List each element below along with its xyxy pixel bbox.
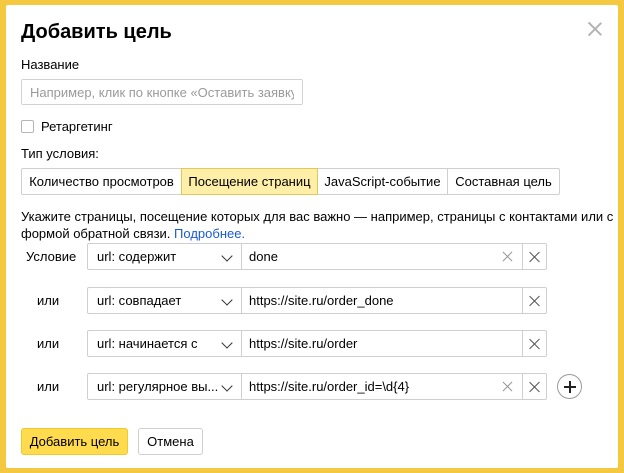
chevron-down-icon	[221, 337, 233, 349]
condition-operator-select[interactable]: url: регулярное вы...	[87, 373, 242, 400]
condition-operator-select[interactable]: url: содержит	[87, 243, 242, 270]
condition-value-input[interactable]: https://site.ru/order	[241, 330, 523, 357]
condition-operator-select[interactable]: url: начинается с	[87, 330, 242, 357]
close-icon[interactable]	[586, 20, 604, 38]
goal-name-input[interactable]	[21, 79, 303, 105]
condition-label: или	[37, 379, 60, 394]
chevron-down-icon	[221, 250, 233, 262]
condition-row: или url: регулярное вы... https://site.r…	[6, 373, 618, 400]
clear-icon[interactable]	[502, 251, 513, 262]
condition-label: или	[37, 336, 60, 351]
add-goal-dialog: Добавить цель Название Ретаргетинг Тип у…	[6, 5, 618, 468]
condition-row: или url: совпадает https://site.ru/order…	[6, 287, 618, 314]
tab-page-visit[interactable]: Посещение страниц	[181, 168, 318, 195]
remove-condition-button[interactable]	[522, 287, 547, 314]
condition-label: или	[37, 293, 60, 308]
retargeting-checkbox[interactable]	[21, 120, 34, 133]
condition-value-input[interactable]: https://site.ru/order_done	[241, 287, 523, 314]
condition-operator-select[interactable]: url: совпадает	[87, 287, 242, 314]
description-text: Укажите страницы, посещение которых для …	[21, 209, 614, 241]
cancel-button[interactable]: Отмена	[138, 428, 203, 455]
condition-value-input[interactable]: https://site.ru/order_id=\d{4}	[241, 373, 523, 400]
tab-views-count[interactable]: Количество просмотров	[21, 168, 182, 195]
clear-icon[interactable]	[502, 381, 513, 392]
add-condition-button[interactable]	[557, 374, 582, 399]
retargeting-label: Ретаргетинг	[41, 119, 113, 134]
tab-javascript-event[interactable]: JavaScript-событие	[317, 168, 448, 195]
condition-type-label: Тип условия:	[21, 146, 99, 161]
retargeting-checkbox-row[interactable]: Ретаргетинг	[21, 119, 113, 134]
chevron-down-icon	[221, 380, 233, 392]
remove-condition-button[interactable]	[522, 373, 547, 400]
condition-type-tabs: Количество просмотров Посещение страниц …	[21, 168, 560, 195]
chevron-down-icon	[221, 294, 233, 306]
remove-condition-button[interactable]	[522, 243, 547, 270]
condition-row: или url: начинается с https://site.ru/or…	[6, 330, 618, 357]
tab-composite-goal[interactable]: Составная цель	[447, 168, 560, 195]
condition-label: Условие	[26, 249, 77, 264]
condition-row: Условие url: содержит done	[6, 243, 618, 270]
add-goal-button[interactable]: Добавить цель	[21, 428, 128, 455]
dialog-title: Добавить цель	[21, 21, 172, 43]
remove-condition-button[interactable]	[522, 330, 547, 357]
name-label: Название	[21, 57, 80, 72]
more-link[interactable]: Подробнее.	[174, 226, 245, 241]
condition-value-input[interactable]: done	[241, 243, 523, 270]
